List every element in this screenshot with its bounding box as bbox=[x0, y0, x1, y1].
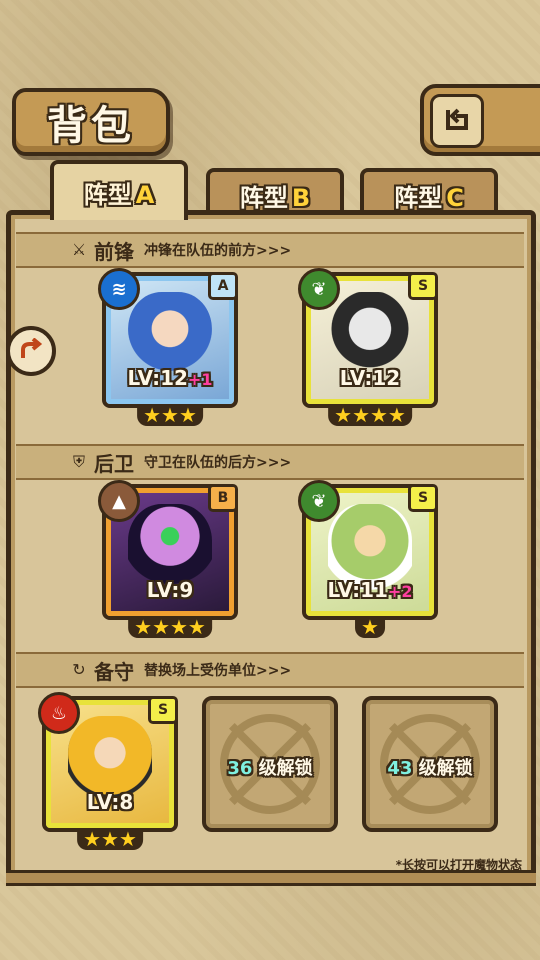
rank-badge: S bbox=[148, 696, 178, 724]
star-rating: ★★★ bbox=[137, 404, 203, 426]
locked-slot-1[interactable]: 36 级解锁 bbox=[202, 696, 338, 832]
section-back-name: 后卫 bbox=[94, 451, 134, 476]
level-label: LV:8 bbox=[86, 790, 134, 814]
unlock-level-label: 36 级解锁 bbox=[227, 758, 313, 779]
rank-badge: S bbox=[408, 272, 438, 300]
section-front: ⚔ 前锋 冲锋在队伍的前方>>> bbox=[16, 232, 524, 268]
back-button[interactable] bbox=[420, 84, 540, 156]
bottom-rail bbox=[6, 870, 536, 886]
page-title-plank: 背包 bbox=[12, 88, 170, 156]
mountain-icon: ▲ bbox=[98, 480, 140, 522]
rank-badge: S bbox=[408, 484, 438, 512]
star-rating: ★★★★ bbox=[128, 616, 212, 638]
monster-card-back2[interactable]: ❦ S LV:11+2 ★ bbox=[298, 480, 438, 638]
level-label: LV:11+2 bbox=[327, 578, 413, 602]
level-label: LV:12+1 bbox=[127, 366, 213, 390]
unlock-level-label: 43 级解锁 bbox=[387, 758, 473, 779]
level-label: LV:9 bbox=[146, 578, 194, 602]
tab-label: 阵型 A bbox=[83, 180, 155, 209]
water-wave-icon: ≋ bbox=[98, 268, 140, 310]
tab-label: 阵型 B bbox=[239, 183, 311, 212]
section-reserve-name: 备守 bbox=[94, 659, 134, 684]
star-rating: ★★★ bbox=[77, 828, 143, 850]
star-rating: ★ bbox=[355, 616, 385, 638]
monster-card-front1[interactable]: ≋ A LV:12+1 ★★★ bbox=[98, 268, 238, 426]
tab-label: 阵型 C bbox=[394, 183, 464, 212]
level-label: LV:12 bbox=[339, 366, 401, 390]
tab-formation-a[interactable]: 阵型 A bbox=[50, 160, 188, 220]
return-arrow-icon bbox=[430, 94, 484, 148]
section-reserve: ↻ 备守 替换场上受伤单位>>> bbox=[16, 652, 524, 688]
turn-arrow-icon[interactable] bbox=[6, 326, 56, 376]
swap-icon: ↻ bbox=[72, 660, 86, 679]
leaf-icon: ❦ bbox=[298, 268, 340, 310]
monster-card-reserve1[interactable]: ♨ S LV:8 ★★★ bbox=[38, 692, 178, 850]
star-rating: ★★★★ bbox=[328, 404, 412, 426]
rank-badge: B bbox=[208, 484, 238, 512]
rank-badge: A bbox=[208, 272, 238, 300]
locked-slot-2[interactable]: 43 级解锁 bbox=[362, 696, 498, 832]
leaf-icon: ❦ bbox=[298, 480, 340, 522]
section-back-desc: 守卫在队伍的后方>>> bbox=[144, 455, 292, 471]
page-title: 背包 bbox=[47, 103, 135, 149]
monster-card-front2[interactable]: ❦ S LV:12 ★★★★ bbox=[298, 268, 438, 426]
section-back: ⛨ 后卫 守卫在队伍的后方>>> bbox=[16, 444, 524, 480]
monster-card-back1[interactable]: ▲ B LV:9 ★★★★ bbox=[98, 480, 238, 638]
section-front-name: 前锋 bbox=[94, 239, 134, 264]
section-front-desc: 冲锋在队伍的前方>>> bbox=[144, 243, 292, 259]
sword-icon: ⚔ bbox=[71, 240, 87, 259]
flame-icon: ♨ bbox=[38, 692, 80, 734]
shield-icon: ⛨ bbox=[72, 452, 85, 471]
section-reserve-desc: 替换场上受伤单位>>> bbox=[144, 663, 292, 679]
